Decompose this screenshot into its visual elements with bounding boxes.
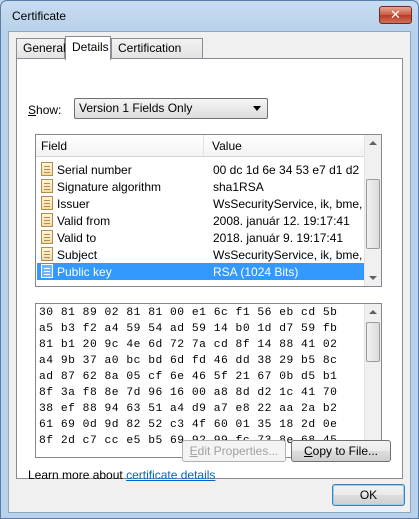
tab-certification-path[interactable]: Certification Path <box>111 38 203 74</box>
certificate-field-icon <box>41 179 53 193</box>
show-dropdown-value: Version 1 Fields Only <box>79 101 193 115</box>
list-item[interactable]: Valid to 2018. január 9. 19:17:41 <box>37 229 365 246</box>
column-header-field[interactable]: Field <box>41 139 67 153</box>
field-value-textbox[interactable]: 30 81 89 02 81 81 00 e1 6c f1 56 eb cd 5… <box>35 303 382 458</box>
hex-line: a5 b3 f2 a4 59 54 ad 59 14 b0 1d d7 59 f… <box>39 323 338 335</box>
scrollbar-thumb[interactable] <box>366 179 380 249</box>
scroll-up-icon[interactable] <box>365 304 381 321</box>
field-value: sha1RSA <box>213 180 264 194</box>
chevron-down-icon <box>253 106 261 111</box>
field-name: Issuer <box>57 197 90 211</box>
scrollbar-thumb[interactable] <box>366 322 380 362</box>
tab-label: Details <box>72 40 109 54</box>
scroll-up-icon[interactable] <box>365 135 381 152</box>
field-name: Subject <box>57 248 98 262</box>
close-button[interactable]: ✕ <box>379 6 412 24</box>
list-item[interactable]: Serial number 00 dc 1d 6e 34 53 e7 d1 d2 <box>37 161 365 178</box>
field-name: Signature algorithm <box>57 180 162 194</box>
field-name: Public key <box>57 265 112 279</box>
dialog-client-area: General Details Certification Path Show:… <box>8 31 411 513</box>
hex-line: 30 81 89 02 81 81 00 e1 6c f1 56 eb cd 5… <box>39 307 338 319</box>
field-value: 2018. január 9. 19:17:41 <box>213 231 344 245</box>
fields-list[interactable]: Field Value Serial number 00 dc 1d 6e 34… <box>35 134 382 287</box>
close-icon: ✕ <box>390 7 401 22</box>
field-name: Serial number <box>57 163 132 177</box>
certificate-details-link[interactable]: certificate details <box>126 468 215 482</box>
learn-more-prefix: Learn more about <box>28 468 127 482</box>
field-value: RSA (1024 Bits) <box>213 265 299 279</box>
certificate-dialog: Certificate ✕ General Details Certificat… <box>0 0 419 519</box>
column-separator[interactable] <box>203 135 204 156</box>
field-value: 00 dc 1d 6e 34 53 e7 d1 d2 <box>213 163 360 177</box>
list-item[interactable]: Subject WsSecurityService, ik, bme, B... <box>37 246 365 263</box>
details-panel: Show: Version 1 Fields Only Field Value … <box>16 58 403 482</box>
list-item[interactable]: Signature algorithm sha1RSA <box>37 178 365 195</box>
textbox-scrollbar[interactable] <box>364 304 381 457</box>
certificate-field-icon <box>41 264 53 278</box>
list-item[interactable]: Issuer WsSecurityService, ik, bme, B... <box>37 195 365 212</box>
column-header-value[interactable]: Value <box>212 139 242 153</box>
tab-details[interactable]: Details <box>65 36 111 60</box>
field-value: 2008. január 12. 19:17:41 <box>213 214 350 228</box>
certificate-field-icon <box>41 162 53 176</box>
field-name: Valid to <box>57 231 97 245</box>
title-bar: Certificate ✕ <box>1 1 418 31</box>
hex-line: 61 69 0d 9d 82 52 c3 4f 60 01 35 18 2d 0… <box>39 419 338 431</box>
hex-line: 81 b1 20 9c 4e 6d 72 7a cd 8f 14 88 41 0… <box>39 339 338 351</box>
tab-general[interactable]: General <box>16 38 66 58</box>
ok-button[interactable]: OK <box>332 484 405 506</box>
field-value: WsSecurityService, ik, bme, B... <box>213 248 365 262</box>
window-title: Certificate <box>12 9 67 23</box>
fields-list-header: Field Value <box>36 135 365 157</box>
show-label: Show: <box>28 103 62 117</box>
field-name: Valid from <box>57 214 111 228</box>
scroll-down-icon[interactable] <box>365 269 381 286</box>
tab-label: General <box>23 41 66 55</box>
hex-line: 8f 3a f8 8e 7d 96 16 00 a8 8d d2 1c 41 7… <box>39 387 338 399</box>
list-item-selected[interactable]: Public key RSA (1024 Bits) <box>37 263 365 280</box>
certificate-field-icon <box>41 247 53 261</box>
certificate-field-icon <box>41 196 53 210</box>
hex-line: a4 9b 37 a0 bc bd 6d fd 46 dd 38 29 b5 8… <box>39 355 338 367</box>
field-value: WsSecurityService, ik, bme, B... <box>213 197 365 211</box>
show-dropdown[interactable]: Version 1 Fields Only <box>74 98 268 119</box>
list-item[interactable]: Valid from 2008. január 12. 19:17:41 <box>37 212 365 229</box>
copy-to-file-button[interactable]: Copy to File... <box>291 440 391 462</box>
certificate-field-icon <box>41 213 53 227</box>
hex-line: ad 87 62 8a 05 cf 6e 46 5f 21 67 0b d5 b… <box>39 371 338 383</box>
hex-line: 38 ef 88 94 63 51 a4 d9 a7 e8 22 aa 2a b… <box>39 403 338 415</box>
fields-list-scrollbar[interactable] <box>364 135 381 286</box>
certificate-field-icon <box>41 230 53 244</box>
edit-properties-button[interactable]: Edit Properties... <box>182 440 286 462</box>
learn-more-text: Learn more about certificate details <box>28 468 215 482</box>
